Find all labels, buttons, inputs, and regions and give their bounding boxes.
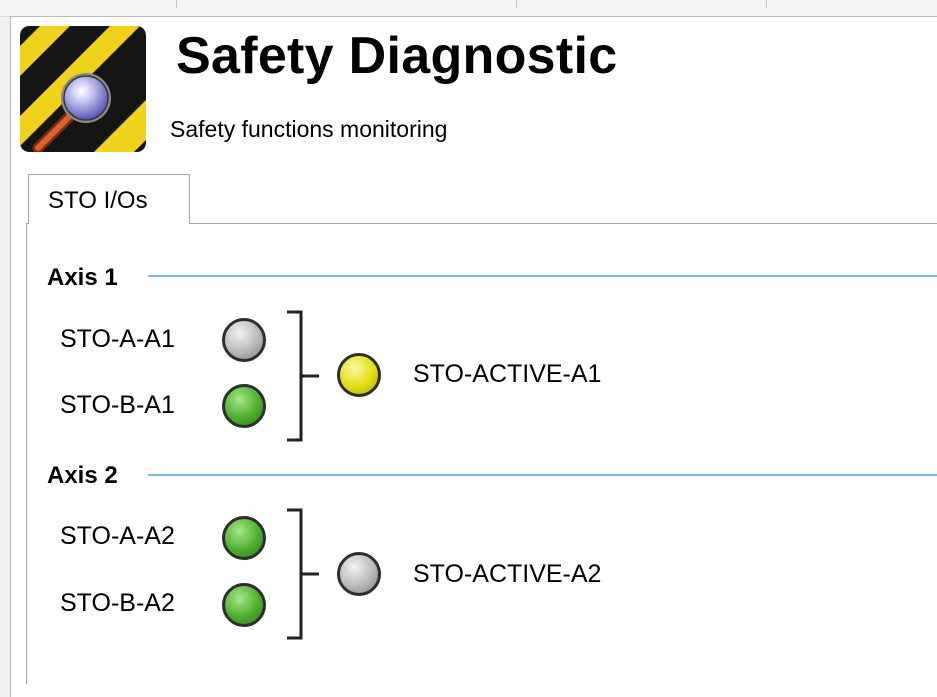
window-top-strip <box>0 0 937 17</box>
axis-2-title: Axis 2 <box>47 462 118 489</box>
sto-active-a1-indicator <box>337 353 381 397</box>
sto-a-a1-indicator <box>222 318 266 362</box>
sto-b-a2-indicator <box>222 583 266 627</box>
divider <box>516 0 517 8</box>
divider <box>176 0 177 8</box>
sto-a-a2-label: STO-A-A2 <box>60 522 175 550</box>
logic-bracket <box>287 508 319 640</box>
sto-b-a2-label: STO-B-A2 <box>60 589 175 617</box>
sto-a-a1-label: STO-A-A1 <box>60 325 175 353</box>
sto-b-a1-label: STO-B-A1 <box>60 391 175 419</box>
sto-b-a1-indicator <box>222 384 266 428</box>
axis-1-title: Axis 1 <box>47 264 118 291</box>
page-subtitle: Safety functions monitoring <box>170 116 448 142</box>
tab-label: STO I/Os <box>48 187 148 214</box>
magnifier-hazard-stripes-icon <box>20 26 146 152</box>
sto-active-a2-label: STO-ACTIVE-A2 <box>413 560 602 588</box>
sto-active-a2-indicator <box>337 552 381 596</box>
sto-a-a2-indicator <box>222 516 266 560</box>
tab-sto-ios[interactable]: STO I/Os <box>28 174 190 224</box>
section-divider <box>148 474 937 476</box>
divider <box>766 0 767 8</box>
page-title: Safety Diagnostic <box>176 27 618 85</box>
logic-bracket <box>287 310 319 442</box>
sto-active-a1-label: STO-ACTIVE-A1 <box>413 360 602 388</box>
section-divider <box>148 275 937 277</box>
